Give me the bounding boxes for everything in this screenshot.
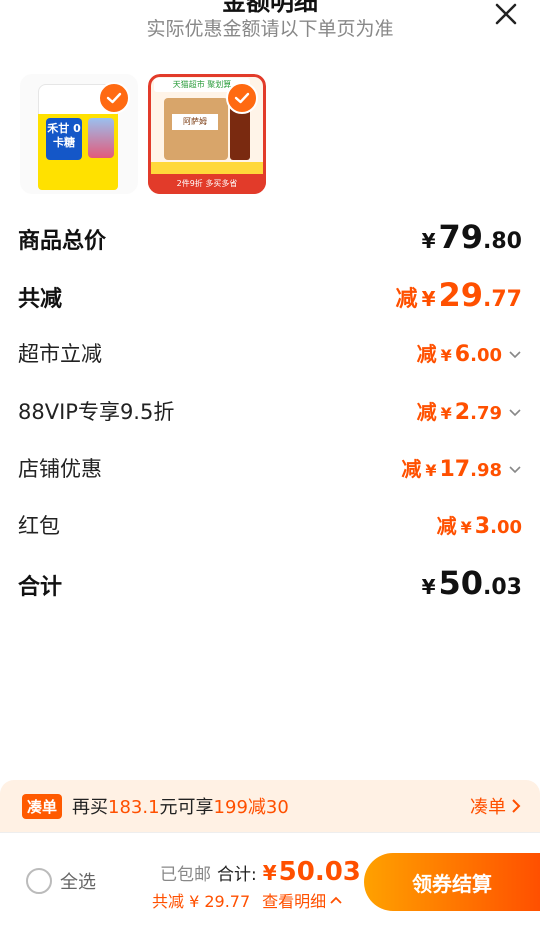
discount-label: 店铺优惠	[18, 457, 102, 481]
select-all-label: 全选	[60, 872, 96, 893]
sum-row: 合计 ¥50.03	[18, 564, 522, 602]
sheet-subtitle: 实际优惠金额请以下单页为准	[146, 18, 394, 40]
footer-sum: 已包邮 合计: ¥ 50.03	[160, 857, 361, 887]
discount-label: 红包	[18, 514, 60, 538]
selected-check-icon[interactable]	[226, 82, 258, 114]
discount-label: 88VIP专享9.5折	[18, 400, 175, 424]
product-label: 禾甘 0卡糖	[46, 118, 82, 160]
chevron-down-icon	[508, 404, 522, 418]
footer-sum-label: 合计:	[217, 865, 257, 885]
sum-amount: ¥50.03	[421, 564, 522, 602]
sum-label: 合计	[18, 575, 63, 600]
discount-row-supermarket[interactable]: 超市立减 减 ¥6.00	[18, 338, 522, 368]
checkout-button[interactable]: 领券结算	[364, 853, 540, 911]
reduction-row: 共减 减 ¥29.77	[18, 276, 522, 314]
total-label: 商品总价	[18, 229, 107, 254]
product-thumbnail-tea[interactable]: 天猫超市 聚划算 阿萨姆 2件9折 多买多省	[148, 74, 266, 194]
chevron-right-icon	[512, 799, 521, 813]
view-detail-link[interactable]: 查看明细	[262, 888, 342, 912]
discount-amount: 减 ¥2.79	[417, 396, 522, 425]
product-thumbnail-sugar[interactable]: 禾甘 0卡糖	[20, 74, 138, 194]
close-icon	[495, 3, 517, 25]
promo-text: 再买183.1元可享199减30	[72, 797, 289, 818]
promo-bar[interactable]: 凑单 再买183.1元可享199减30 凑单	[0, 780, 540, 832]
close-button[interactable]	[492, 0, 520, 28]
total-amount: ¥79.80	[421, 218, 522, 256]
discount-amount: 减 ¥3.00	[436, 514, 522, 539]
discount-amount: 减 ¥6.00	[417, 338, 522, 367]
promo-tag: 凑单	[22, 793, 63, 819]
radio-icon	[26, 868, 52, 894]
select-all-toggle[interactable]: 全选	[26, 868, 96, 894]
discount-label: 超市立减	[18, 342, 102, 366]
promo-link[interactable]: 凑单	[470, 793, 522, 819]
total-row: 商品总价 ¥79.80	[18, 218, 522, 256]
chevron-down-icon	[508, 346, 522, 360]
footer-reduce-text: 共减 ¥ 29.77	[152, 892, 251, 911]
product-thumbnails: 禾甘 0卡糖 天猫超市 聚划算 阿萨姆 2件9折 多买多省	[20, 74, 266, 194]
selected-check-icon[interactable]	[98, 82, 130, 114]
checkout-footer: 全选 已包邮 合计: ¥ 50.03 共减 ¥ 29.77 查看明细 领券结算	[0, 832, 540, 927]
reduction-amount: 减 ¥29.77	[395, 276, 522, 314]
discount-amount: 减 ¥17.98	[401, 453, 522, 482]
footer-sum-value: 50.03	[278, 857, 361, 887]
discount-row-store[interactable]: 店铺优惠 减 ¥17.98	[18, 453, 522, 483]
footer-subline: 共减 ¥ 29.77 查看明细	[152, 888, 342, 912]
discount-row-vip[interactable]: 88VIP专享9.5折 减 ¥2.79	[18, 396, 522, 426]
free-shipping-label: 已包邮	[160, 865, 211, 885]
chevron-down-icon	[508, 461, 522, 475]
chevron-up-icon	[330, 896, 342, 904]
discount-row-redpacket: 红包 减 ¥3.00	[18, 510, 522, 540]
reduction-label: 共减	[18, 287, 63, 312]
